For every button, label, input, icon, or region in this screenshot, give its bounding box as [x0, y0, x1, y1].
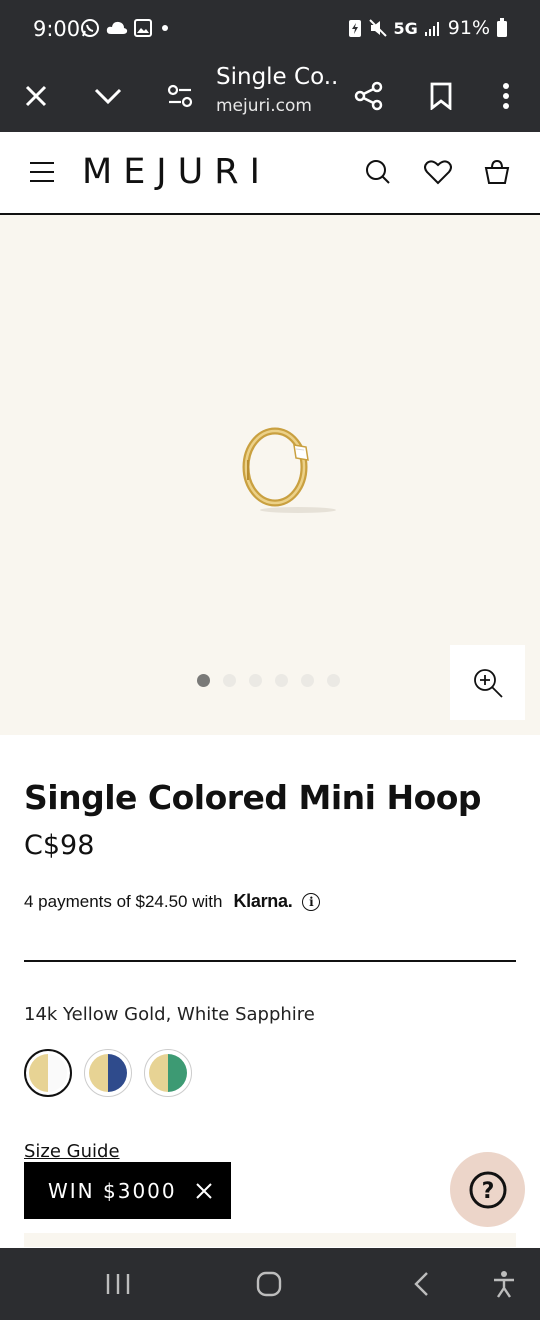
browser-toolbar: Single Co... mejuri.com — [0, 60, 540, 132]
status-right: 5G 91% — [348, 17, 509, 39]
accessibility-button[interactable] — [464, 1248, 540, 1320]
home-button[interactable] — [229, 1248, 309, 1320]
more-menu-button[interactable] — [482, 60, 530, 132]
help-icon: ? — [469, 1171, 506, 1208]
swatch-blue-sapphire[interactable] — [84, 1049, 132, 1097]
signal-icon — [424, 22, 439, 36]
close-icon — [25, 85, 47, 107]
klarna-installments: 4 payments of $24.50 with Klarna. i — [24, 891, 321, 912]
gallery-pagination — [197, 674, 340, 687]
help-button[interactable]: ? — [450, 1152, 525, 1227]
mejuri-logo[interactable]: MEJURI — [82, 152, 271, 192]
bag-icon — [484, 159, 510, 184]
hoop-earring-image — [242, 427, 336, 513]
zoom-in-icon — [473, 668, 503, 698]
search-button[interactable] — [360, 154, 396, 190]
close-icon — [195, 1182, 212, 1199]
status-bar: 9:00 5G 91% — [0, 0, 540, 60]
mute-icon — [368, 19, 387, 37]
promo-banner[interactable]: WIN $3000 — [24, 1162, 231, 1219]
status-notification-icons — [80, 18, 172, 38]
selected-variant-name: 14k Yellow Gold, White Sapphire — [24, 1004, 315, 1025]
page-settings-icon — [167, 84, 193, 108]
back-icon — [414, 1272, 428, 1296]
site-header: MEJURI — [0, 132, 540, 215]
recents-button[interactable] — [78, 1248, 158, 1320]
menu-button[interactable] — [24, 154, 60, 190]
product-title: Single Colored Mini Hoop — [24, 778, 482, 817]
battery-saver-icon — [348, 20, 361, 37]
page-url[interactable]: mejuri.com — [216, 96, 312, 116]
share-icon — [354, 81, 383, 111]
swatch-white-sapphire[interactable] — [24, 1049, 72, 1097]
cart-button[interactable] — [479, 154, 515, 190]
product-image-gallery[interactable] — [0, 215, 540, 735]
more-icon — [503, 83, 509, 109]
share-button[interactable] — [345, 60, 393, 132]
add-to-bag-strip — [24, 1233, 516, 1247]
battery-icon — [497, 18, 507, 37]
chevron-down-icon — [94, 88, 122, 105]
page-title[interactable]: Single Co... — [216, 64, 340, 90]
home-icon — [256, 1271, 282, 1297]
gallery-dot[interactable] — [275, 674, 288, 687]
close-tab-button[interactable] — [12, 60, 60, 132]
gallery-dot[interactable] — [197, 674, 210, 687]
network-type: 5G — [393, 18, 418, 38]
divider — [24, 960, 516, 962]
cloud-icon — [106, 21, 128, 34]
search-icon — [366, 160, 390, 184]
wishlist-button[interactable] — [420, 154, 456, 190]
back-button[interactable] — [381, 1248, 461, 1320]
gallery-dot[interactable] — [301, 674, 314, 687]
product-price: C$98 — [24, 830, 95, 861]
promo-text[interactable]: WIN $3000 — [48, 1179, 177, 1203]
bookmark-icon — [430, 82, 452, 110]
gallery-icon — [134, 19, 152, 37]
svg-text:?: ? — [481, 1179, 494, 1204]
bookmark-button[interactable] — [417, 60, 465, 132]
menu-icon — [30, 162, 54, 182]
recents-icon — [106, 1274, 130, 1294]
accessibility-icon — [494, 1271, 514, 1298]
klarna-logo: Klarna. — [233, 891, 293, 911]
gallery-dot[interactable] — [223, 674, 236, 687]
swatch-green-sapphire[interactable] — [144, 1049, 192, 1097]
dot-icon — [162, 25, 168, 31]
zoom-button[interactable] — [450, 645, 525, 720]
promo-close-button[interactable] — [195, 1182, 213, 1200]
info-icon[interactable]: i — [302, 892, 321, 911]
page-settings-button[interactable] — [156, 60, 204, 132]
minimize-button[interactable] — [84, 60, 132, 132]
status-time: 9:00 — [33, 17, 81, 41]
size-guide-link[interactable]: Size Guide — [24, 1141, 120, 1162]
battery-percent: 91% — [447, 17, 490, 39]
gallery-dot[interactable] — [327, 674, 340, 687]
android-nav-bar — [0, 1248, 540, 1320]
klarna-text: 4 payments of $24.50 with — [24, 891, 223, 911]
whatsapp-icon — [81, 19, 99, 37]
heart-icon — [424, 160, 452, 185]
gallery-dot[interactable] — [249, 674, 262, 687]
